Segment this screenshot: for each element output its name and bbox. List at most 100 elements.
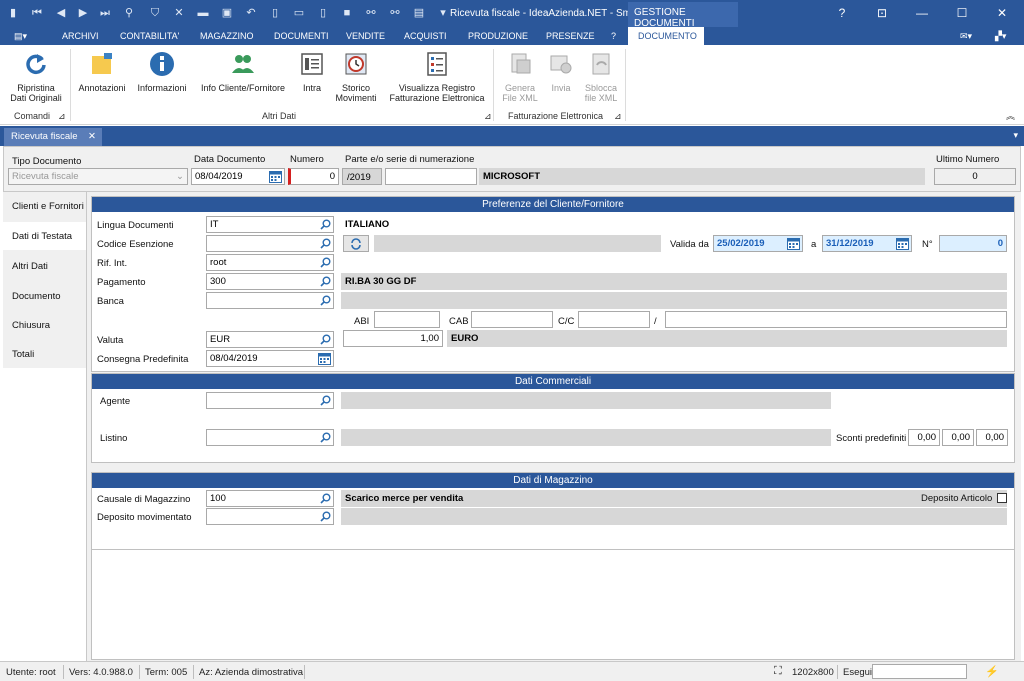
invia-button[interactable]: Invia [544,51,578,93]
new-icon[interactable]: ▯ [268,6,282,20]
next-record-icon[interactable]: ▶ [76,6,90,20]
lightning-icon[interactable]: ⚡ [985,665,999,678]
ripristina-button[interactable]: Ripristina Dati Originali [10,51,62,103]
search-icon[interactable] [320,295,331,306]
tab-list-dropdown-icon[interactable]: ▾ [1013,130,1018,141]
menu-vendite[interactable]: VENDITE [346,31,385,41]
close-button[interactable]: ✕ [994,6,1010,20]
paste-icon[interactable]: ▯ [316,6,330,20]
save-icon[interactable]: ▣ [220,6,234,20]
calendar-icon[interactable] [787,238,800,250]
copy-icon[interactable]: ▭ [292,6,306,20]
file-menu-icon[interactable]: ▤▾ [14,31,27,42]
genera-xml-button[interactable]: Genera File XML [498,51,542,103]
sync-button[interactable] [343,235,369,252]
nav-documento[interactable]: Documento [3,282,86,310]
sconto-3-field[interactable]: 0,00 [976,429,1008,446]
minimize-button[interactable]: — [914,6,930,20]
search-icon[interactable] [320,493,331,504]
menu-documento[interactable]: DOCUMENTO [628,27,704,45]
stop-icon[interactable]: ■ [340,6,354,20]
deposito-field[interactable] [206,508,334,525]
abi-field[interactable] [374,311,440,328]
a-field[interactable]: 31/12/2019 [822,235,912,252]
group-altri-launcher-icon[interactable]: ⊿ [484,111,492,122]
cab-field[interactable] [471,311,553,328]
esegui-command-input[interactable] [872,664,967,679]
menu-archivi[interactable]: ARCHIVI [62,31,99,41]
menu-acquisti[interactable]: ACQUISTI [404,31,447,41]
print-icon[interactable]: ▤ [412,6,426,20]
storico-button[interactable]: Storico Movimenti [332,51,380,103]
visualizza-registro-button[interactable]: Visualizza Registro Fatturazione Elettro… [386,51,488,103]
search-icon[interactable] [320,511,331,522]
sconto-1-field[interactable]: 0,00 [908,429,940,446]
search-icon[interactable] [320,432,331,443]
search-icon[interactable] [320,276,331,287]
parte-serie-field[interactable]: /2019 [342,168,382,185]
menu-magazzino[interactable]: MAGAZZINO [200,31,254,41]
info-cliente-button[interactable]: Info Cliente/Fornitore [196,51,290,93]
search-icon[interactable] [320,257,331,268]
tab-ricevuta-fiscale[interactable]: Ricevuta fiscale ✕ [4,128,102,146]
cambio-field[interactable]: 1,00 [343,330,443,347]
prev-record-icon[interactable]: ◀ [54,6,68,20]
menu-contabilita[interactable]: CONTABILITA' [120,31,179,41]
group-comandi-launcher-icon[interactable]: ⊿ [58,111,66,122]
tipo-documento-select[interactable]: Ricevuta fiscale ⌄ [8,168,188,185]
numero-field[interactable]: 0 [288,168,339,185]
binoculars-icon[interactable]: ⚯ [364,6,378,20]
search-icon[interactable] [320,219,331,230]
delete-icon[interactable]: ✕ [172,6,186,20]
annotazioni-button[interactable]: Annotazioni [76,51,128,93]
valida-da-field[interactable]: 25/02/2019 [713,235,803,252]
undo-icon[interactable]: ↶ [244,6,258,20]
agente-field[interactable] [206,392,334,409]
menu-documenti[interactable]: DOCUMENTI [274,31,329,41]
codice-esenzione-field[interactable] [206,235,334,252]
consegna-field[interactable]: 08/04/2019 [206,350,334,367]
search-icon[interactable] [320,238,331,249]
rif-int-field[interactable]: root [206,254,334,271]
deposito-articolo-checkbox[interactable] [997,493,1007,503]
options-icon[interactable]: ▞▾ [995,31,1006,42]
sblocca-xml-button[interactable]: Sblocca file XML [580,51,622,103]
calendar-icon[interactable] [318,353,331,365]
filter-icon[interactable]: ⛉ [148,6,162,20]
pagamento-field[interactable]: 300 [206,273,334,290]
group-fatt-launcher-icon[interactable]: ⊿ [614,111,622,122]
collapse-ribbon-icon[interactable]: ︽ [1006,109,1015,122]
restore-layout-icon[interactable]: ⊡ [874,6,890,20]
folder-icon[interactable]: ▬ [196,6,210,20]
nav-dati-testata[interactable]: Dati di Testata [3,222,86,250]
search-icon[interactable] [320,334,331,345]
data-documento-field[interactable]: 08/04/2019 [191,168,285,185]
lingua-field[interactable]: IT [206,216,334,233]
causale-field[interactable]: 100 [206,490,334,507]
valuta-field[interactable]: EUR [206,331,334,348]
menu-help[interactable]: ? [611,31,616,41]
intra-button[interactable]: Intra [296,51,328,93]
numero-n-field[interactable]: 0 [939,235,1007,252]
sconto-2-field[interactable]: 0,00 [942,429,974,446]
nav-chiusura[interactable]: Chiusura [3,311,86,339]
last-record-icon[interactable]: ⏭ [98,6,112,20]
menu-produzione[interactable]: PRODUZIONE [468,31,528,41]
banca-field[interactable] [206,292,334,309]
parte-extra-field[interactable] [385,168,477,185]
first-record-icon[interactable]: ⏮ [30,6,44,20]
search-icon[interactable]: ⚲ [122,6,136,20]
informazioni-button[interactable]: Informazioni [134,51,190,93]
help-button[interactable]: ? [834,6,850,20]
menu-presenze[interactable]: PRESENZE [546,31,595,41]
dropdown-icon[interactable]: ▾ [436,6,450,20]
cin-field[interactable] [665,311,1007,328]
search-icon[interactable] [320,395,331,406]
nav-altri-dati[interactable]: Altri Dati [3,252,86,280]
maximize-button[interactable]: ☐ [954,6,970,20]
cc-field[interactable] [578,311,650,328]
nav-clienti-fornitori[interactable]: Clienti e Fornitori [3,192,86,220]
calendar-icon[interactable] [269,171,282,183]
tab-close-icon[interactable]: ✕ [88,131,96,142]
calendar-icon[interactable] [896,238,909,250]
